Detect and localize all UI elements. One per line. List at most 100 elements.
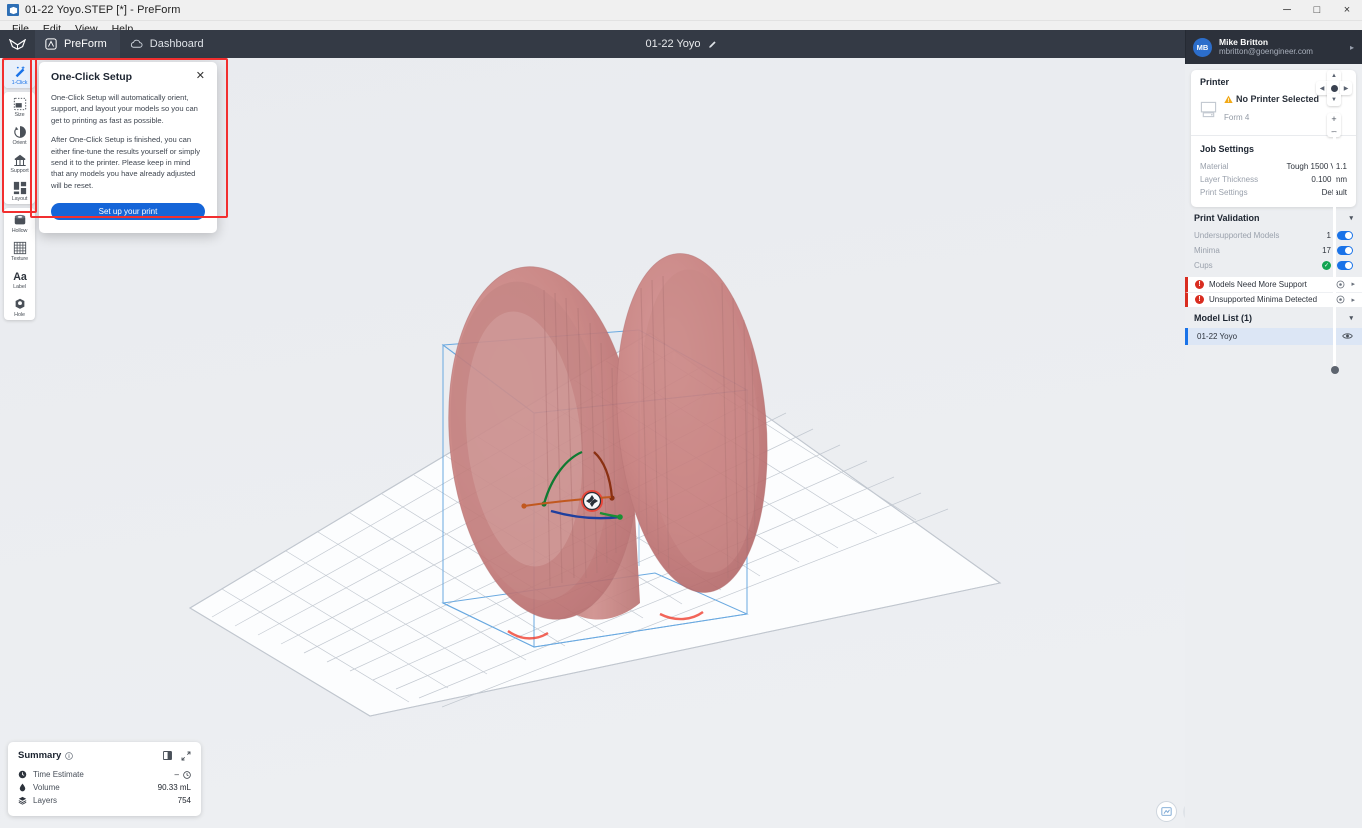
close-button[interactable]: × xyxy=(1332,0,1362,21)
preform-application-window: 01-22 Yoyo.STEP [*] - PreForm ─ □ × File… xyxy=(0,0,1362,828)
chevron-down-icon[interactable]: ▾ xyxy=(1349,214,1353,222)
summary-row-volume: Volume 90.33 mL xyxy=(18,781,191,794)
tool-hole-label: Hole xyxy=(14,311,25,318)
popup-header: One-Click Setup ✕ xyxy=(51,71,205,84)
check-circle-icon: ✓ xyxy=(1322,260,1331,270)
tool-layout[interactable]: Layout xyxy=(4,176,35,204)
error-icon: ! xyxy=(1195,279,1204,289)
warning-label-models-need-support: Models Need More Support xyxy=(1209,279,1307,289)
info-icon[interactable] xyxy=(65,751,74,760)
zoom-in-button[interactable]: + xyxy=(1327,113,1341,125)
chevron-right-icon[interactable]: ▸ xyxy=(1351,296,1355,304)
support-icon xyxy=(13,153,27,167)
job-key-material: Material xyxy=(1200,161,1229,171)
split-panel-icon[interactable] xyxy=(163,751,172,760)
view-down-button[interactable]: ▼ xyxy=(1327,94,1341,106)
target-icon[interactable] xyxy=(1336,280,1345,289)
minimize-button[interactable]: ─ xyxy=(1272,0,1302,21)
texture-icon xyxy=(13,241,27,255)
left-tool-rail: 1-Click Size Orient Support Layout Hollo… xyxy=(4,60,35,320)
svg-text:Aa: Aa xyxy=(13,271,27,282)
view-center-button[interactable] xyxy=(1327,81,1341,95)
popup-title: One-Click Setup xyxy=(51,71,133,83)
warning-actions-1: ▸ xyxy=(1336,280,1355,289)
tool-label[interactable]: Aa Label xyxy=(4,264,35,292)
view-slider-knob[interactable] xyxy=(1330,366,1339,374)
tool-support-label: Support xyxy=(10,167,29,174)
project-title: 01-22 Yoyo xyxy=(645,38,701,50)
tool-size[interactable]: Size xyxy=(4,92,35,120)
pencil-icon[interactable] xyxy=(708,40,717,49)
print-validation-title: Print Validation xyxy=(1194,212,1260,223)
summary-value-layers: 754 xyxy=(177,796,191,805)
tool-group-oneclick: 1-Click xyxy=(4,60,35,88)
summary-value-volume: 90.33 mL xyxy=(157,783,191,792)
job-key-layer-thickness: Layer Thickness xyxy=(1200,174,1259,184)
job-settings-title: Job Settings xyxy=(1200,143,1255,154)
collapse-icon[interactable] xyxy=(181,751,191,761)
job-row-material[interactable]: Material Tough 1500 V1.1 xyxy=(1200,160,1347,173)
tool-orient-label: Orient xyxy=(12,139,27,146)
printer-connect-icon xyxy=(1161,807,1172,816)
tool-group-transform: Size Orient Support Layout xyxy=(4,92,35,204)
summary-value-time: – xyxy=(174,770,179,779)
validation-count-undersupported: 1 xyxy=(1326,230,1331,240)
printer-connect-button[interactable] xyxy=(1156,801,1177,822)
tool-texture-label: Texture xyxy=(11,255,28,262)
tool-hole[interactable]: Hole xyxy=(4,292,35,320)
summary-label-volume: Volume xyxy=(33,783,60,792)
job-key-print-settings: Print Settings xyxy=(1200,187,1248,197)
app-nav-bar: PreForm Dashboard 01-22 Yoyo xyxy=(0,30,1362,58)
job-value-layer-thickness: 0.100 mm xyxy=(1311,174,1347,184)
tool-label-label: Label xyxy=(13,283,26,290)
user-account-bar[interactable]: MB Mike Britton mbritton@goengineer.com … xyxy=(1185,30,1362,64)
formlabs-logo-icon[interactable] xyxy=(0,30,35,58)
close-icon[interactable]: ✕ xyxy=(196,71,205,82)
validation-toggle-minima[interactable] xyxy=(1337,245,1353,255)
validation-toggle-cups[interactable] xyxy=(1337,260,1353,270)
one-click-setup-popup: One-Click Setup ✕ One-Click Setup will a… xyxy=(39,62,217,234)
magic-wand-icon xyxy=(13,65,27,79)
tab-dashboard[interactable]: Dashboard xyxy=(120,30,217,58)
window-controls: ─ □ × xyxy=(1272,0,1362,21)
label-text-icon: Aa xyxy=(12,269,28,283)
summary-label-time: Time Estimate xyxy=(33,770,84,779)
validation-label-minima: Minima xyxy=(1194,245,1220,255)
error-icon: ! xyxy=(1195,295,1204,305)
view-right-button[interactable]: ▶ xyxy=(1340,81,1352,95)
tool-support[interactable]: Support xyxy=(4,148,35,176)
validation-label-undersupported: Undersupported Models xyxy=(1194,230,1280,240)
target-icon[interactable] xyxy=(1336,295,1345,304)
cloud-icon xyxy=(130,39,143,49)
validation-toggle-undersupported[interactable] xyxy=(1337,230,1353,240)
tool-texture[interactable]: Texture xyxy=(4,236,35,264)
summary-row-time: Time Estimate – xyxy=(18,768,191,781)
job-value-material: Tough 1500 V1.1 xyxy=(1286,161,1348,171)
tab-preform[interactable]: PreForm xyxy=(35,30,120,58)
warning-triangle-icon xyxy=(1224,95,1233,104)
popup-paragraph-2: After One-Click Setup is finished, you c… xyxy=(51,135,200,190)
tool-orient[interactable]: Orient xyxy=(4,120,35,148)
chevron-down-icon[interactable]: ▾ xyxy=(1349,314,1353,322)
avatar: MB xyxy=(1193,37,1212,57)
tool-hollow[interactable]: Hollow xyxy=(4,208,35,236)
view-slider-track[interactable] xyxy=(1330,132,1339,374)
maximize-button[interactable]: □ xyxy=(1302,0,1332,21)
validation-label-cups: Cups xyxy=(1194,260,1213,270)
tool-1-click[interactable]: 1-Click xyxy=(4,60,35,88)
job-row-layer-thickness[interactable]: Layer Thickness 0.100 mm xyxy=(1200,173,1347,186)
chevron-right-icon[interactable]: ▸ xyxy=(1351,280,1355,288)
printer-icon xyxy=(1200,101,1217,118)
job-row-print-settings[interactable]: Print Settings Default xyxy=(1200,186,1347,199)
eye-icon[interactable] xyxy=(1342,332,1353,340)
set-up-your-print-button[interactable]: Set up your print xyxy=(51,203,205,221)
printer-status-row: No Printer Selected xyxy=(1224,93,1319,105)
popup-paragraph-1: One-Click Setup will automatically orien… xyxy=(51,93,198,125)
app-icon xyxy=(7,4,19,16)
view-dpad: ▲ ◀ ▶ ▼ xyxy=(1316,70,1352,106)
user-name: Mike Britton xyxy=(1219,36,1269,47)
preform-icon xyxy=(45,38,57,50)
chevron-right-icon[interactable]: ▸ xyxy=(1350,43,1354,52)
view-navigation-controls: ▲ ◀ ▶ ▼ + – xyxy=(1316,70,1352,137)
tool-1-click-label: 1-Click xyxy=(11,79,28,86)
